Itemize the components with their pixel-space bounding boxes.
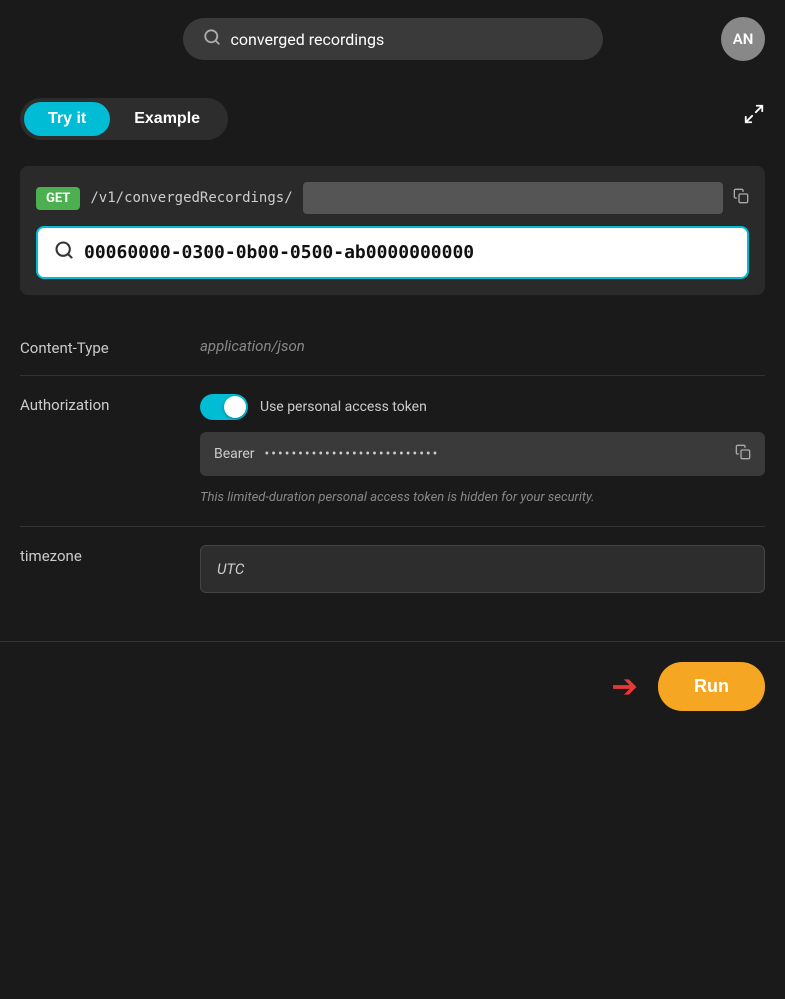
bearer-row: Bearer ••••••••••••••••••••••••••: [200, 432, 765, 476]
tab-example[interactable]: Example: [110, 102, 224, 136]
footer: ➔ Run: [0, 641, 785, 731]
timezone-row: timezone: [20, 527, 765, 611]
personal-access-token-toggle[interactable]: [200, 394, 248, 420]
api-row: GET /v1/convergedRecordings/: [36, 182, 749, 214]
bearer-label: Bearer: [214, 446, 255, 462]
avatar[interactable]: AN: [721, 17, 765, 61]
arrow-container: ➔: [611, 667, 638, 705]
tabs-container: Try it Example: [20, 98, 228, 140]
search-icon: [203, 28, 221, 50]
copy-icon-small[interactable]: [733, 188, 749, 208]
id-value: 00060000-0300-0b00-0500-ab0000000000: [84, 242, 731, 263]
main-content: GET /v1/convergedRecordings/ 00060000-03…: [0, 156, 785, 631]
bearer-copy-icon[interactable]: [735, 444, 751, 464]
search-bar[interactable]: converged recordings: [183, 18, 603, 60]
id-search-icon: [54, 240, 74, 265]
authorization-right: Use personal access token Bearer •••••••…: [200, 394, 765, 508]
tab-try-it[interactable]: Try it: [24, 102, 110, 136]
timezone-input[interactable]: [200, 545, 765, 593]
fields-section: Content-Type application/json Authorizat…: [20, 319, 765, 611]
bearer-dots: ••••••••••••••••••••••••••: [265, 446, 725, 462]
authorization-label: Authorization: [20, 394, 180, 414]
content-type-label: Content-Type: [20, 337, 180, 357]
api-path: /v1/convergedRecordings/: [90, 190, 292, 206]
authorization-row: Authorization Use personal access token …: [20, 376, 765, 527]
search-text: converged recordings: [231, 30, 583, 49]
toggle-row: Use personal access token: [200, 394, 765, 420]
id-search-container[interactable]: 00060000-0300-0b00-0500-ab0000000000: [36, 226, 749, 279]
content-type-value: application/json: [200, 337, 765, 355]
content-type-row: Content-Type application/json: [20, 319, 765, 376]
run-button[interactable]: Run: [658, 662, 765, 711]
security-note: This limited-duration personal access to…: [200, 488, 765, 508]
timezone-label: timezone: [20, 545, 180, 565]
toggle-knob: [224, 396, 246, 418]
header: converged recordings AN: [0, 0, 785, 78]
toggle-label: Use personal access token: [260, 398, 427, 416]
run-arrow-icon: ➔: [611, 667, 638, 705]
api-id-input[interactable]: [303, 182, 723, 214]
api-section: GET /v1/convergedRecordings/ 00060000-03…: [20, 166, 765, 295]
tabs-section: Try it Example: [0, 78, 785, 156]
get-badge: GET: [36, 187, 80, 210]
expand-button[interactable]: [743, 103, 765, 131]
